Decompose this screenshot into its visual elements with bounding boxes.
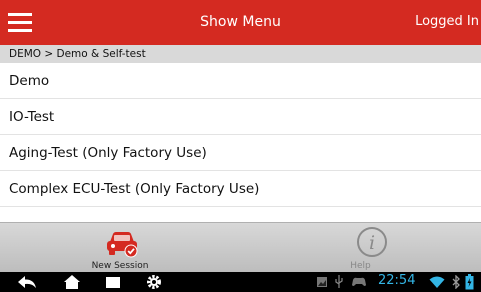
new-session-button[interactable]: New Session bbox=[0, 223, 240, 273]
usb-icon bbox=[335, 275, 343, 288]
breadcrumb: DEMO > Demo & Self-test bbox=[0, 45, 481, 63]
car-check-icon bbox=[107, 232, 138, 258]
app-header: Show Menu Logged In bbox=[0, 0, 481, 45]
menu-list: Demo IO-Test Aging-Test (Only Factory Us… bbox=[0, 63, 481, 207]
breadcrumb-text: DEMO > Demo & Self-test bbox=[9, 48, 146, 60]
back-icon[interactable] bbox=[16, 274, 38, 290]
clock: 22:54 bbox=[378, 273, 416, 288]
home-icon[interactable] bbox=[63, 274, 81, 290]
menu-item-complex-ecu-test[interactable]: Complex ECU-Test (Only Factory Use) bbox=[0, 171, 481, 207]
bottom-toolbar: New Session i Help bbox=[0, 222, 481, 272]
recent-apps-icon[interactable] bbox=[104, 274, 122, 290]
menu-item-io-test[interactable]: IO-Test bbox=[0, 99, 481, 135]
bluetooth-icon bbox=[452, 275, 460, 289]
menu-item-aging-test[interactable]: Aging-Test (Only Factory Use) bbox=[0, 135, 481, 171]
login-status: Logged In bbox=[415, 14, 479, 29]
help-label: Help bbox=[350, 261, 371, 271]
settings-icon[interactable] bbox=[146, 274, 162, 290]
help-button[interactable]: i Help bbox=[240, 223, 481, 273]
battery-icon bbox=[465, 274, 474, 290]
page-title[interactable]: Show Menu bbox=[0, 14, 481, 30]
menu-item-demo[interactable]: Demo bbox=[0, 63, 481, 99]
wifi-icon bbox=[429, 276, 445, 288]
gamepad-icon bbox=[352, 277, 366, 286]
svg-text:i: i bbox=[369, 232, 375, 254]
screenshot-icon bbox=[317, 277, 327, 287]
new-session-label: New Session bbox=[91, 261, 149, 271]
info-icon: i bbox=[357, 227, 387, 257]
android-system-bar: 22:54 bbox=[0, 272, 481, 292]
